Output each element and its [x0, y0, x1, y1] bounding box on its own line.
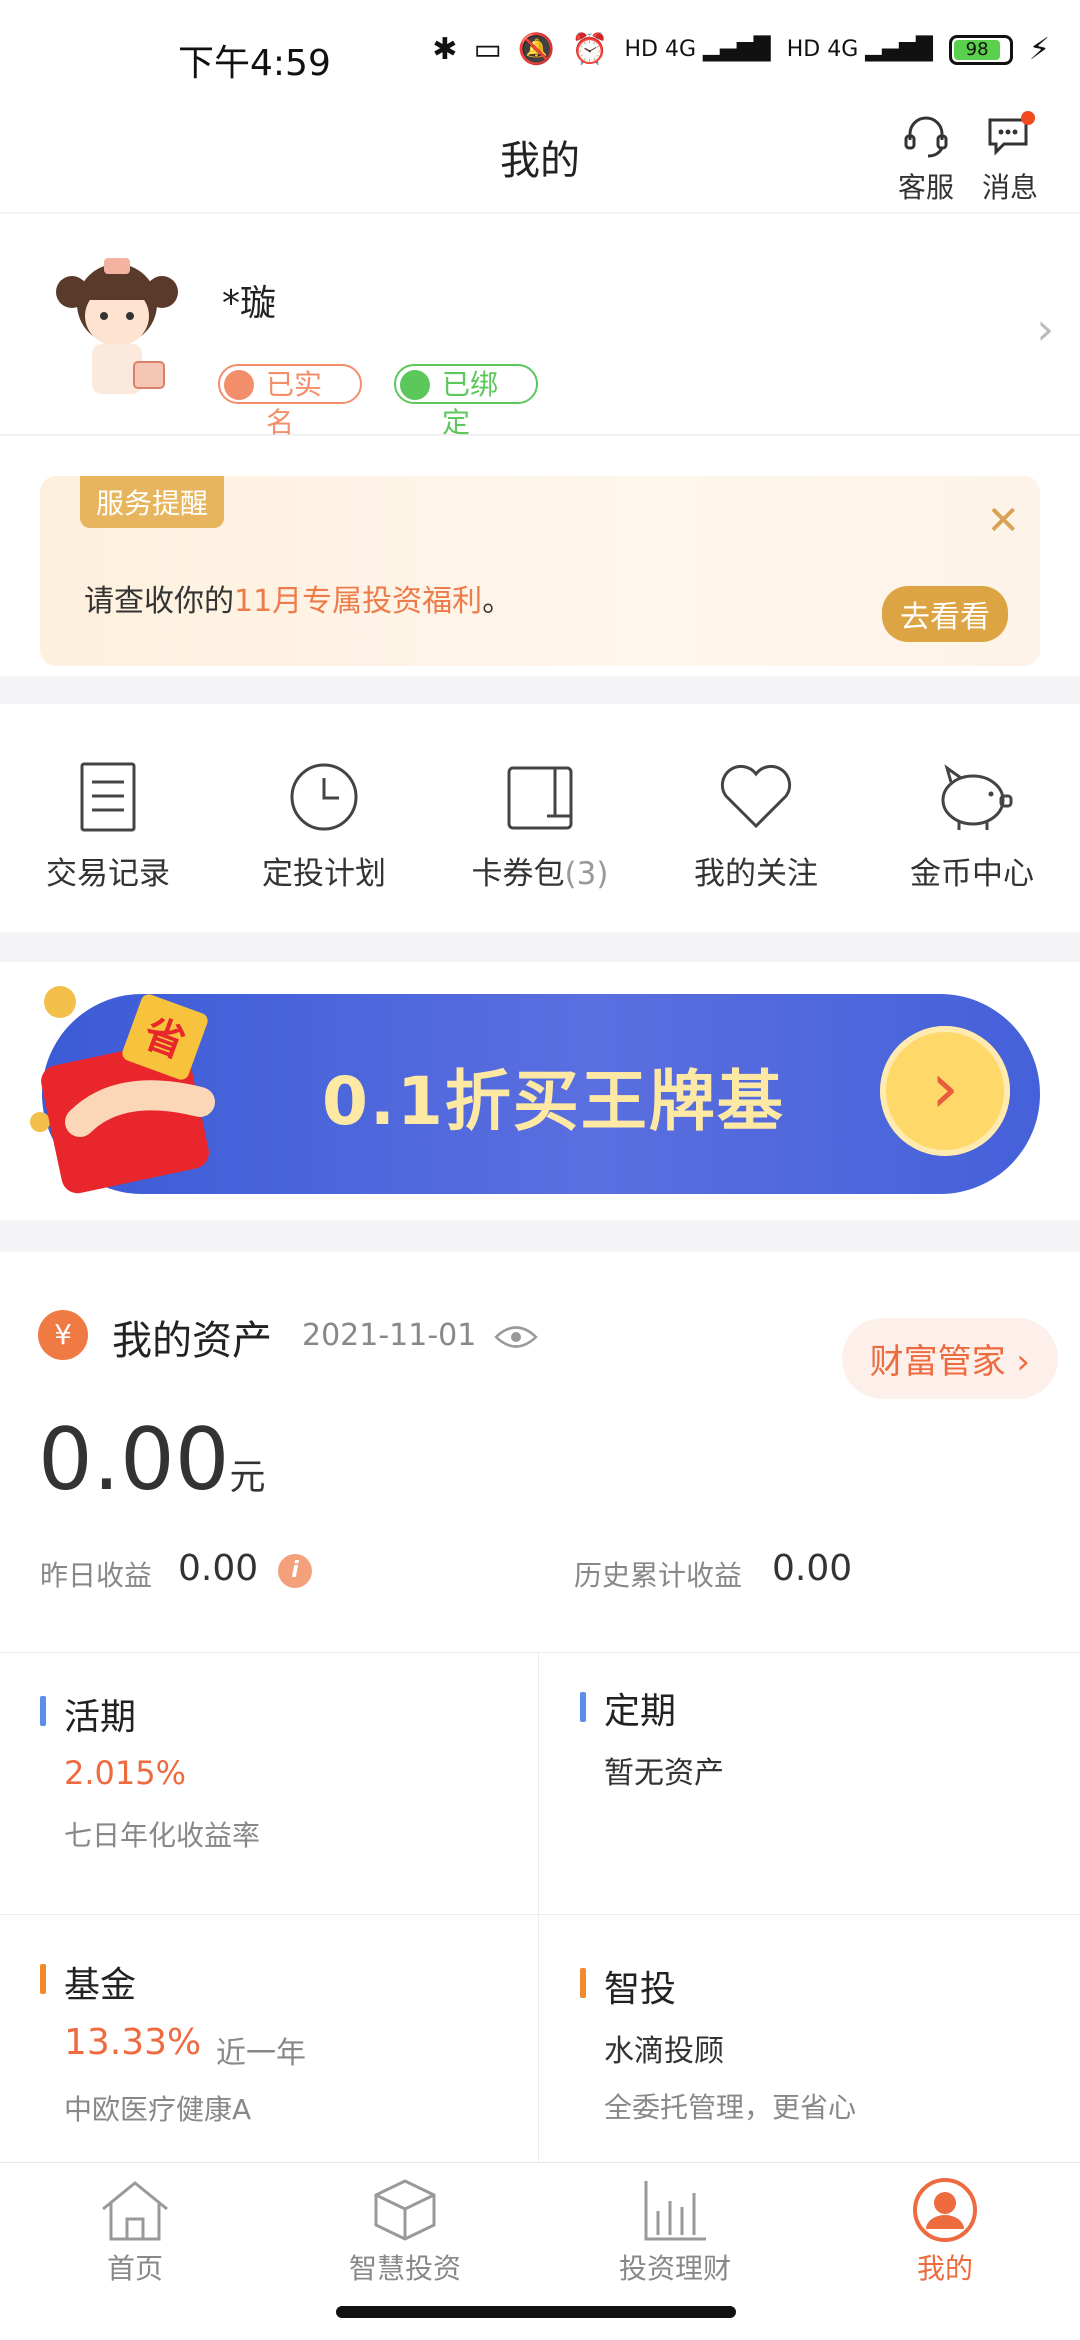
service-notice-card: 服务提醒 ✕ 请查收你的11月专属投资福利。 去看看	[40, 476, 1040, 666]
cell-title: 定期	[604, 1691, 677, 1732]
nav-label: 首页	[106, 2252, 163, 2285]
check-icon	[224, 370, 254, 400]
red-envelope-icon: 省	[30, 986, 215, 1194]
cell-sub: 中欧医疗健康A	[64, 2093, 252, 2126]
quick-coin-center[interactable]: 金币中心	[864, 704, 1080, 932]
nav-mine[interactable]: 我的	[810, 2163, 1080, 2297]
divider	[538, 1652, 539, 2164]
wealth-manager-button[interactable]: 财富管家 ›	[841, 1318, 1058, 1399]
mute-icon: 🔕	[517, 32, 556, 67]
bluetooth-icon: ✱	[432, 32, 458, 67]
verified-badge: 已实名	[218, 364, 362, 439]
nav-smart-invest[interactable]: 智慧投资	[270, 2163, 540, 2297]
headset-icon	[904, 116, 948, 158]
quick-my-follows[interactable]: 我的关注	[648, 704, 864, 932]
history-earnings-value: 0.00	[772, 1548, 853, 1589]
arrow-right-icon: ›	[880, 1026, 1010, 1156]
page-header: 我的 客服 消息	[0, 100, 1080, 213]
alarm-icon: ⏰	[571, 32, 609, 67]
cell-title: 基金	[64, 1965, 137, 2006]
status-icons: ✱ ▭ 🔕 ⏰ HD 4G ▂▄▆█ HD 4G ▂▄▆█ 98 ⚡	[432, 32, 1050, 67]
customer-service-button[interactable]: 客服	[886, 110, 966, 206]
clock-icon	[290, 763, 358, 831]
quick-sip-plan[interactable]: 定投计划	[216, 704, 432, 932]
message-label: 消息	[981, 171, 1038, 204]
nav-home[interactable]: 首页	[0, 2163, 270, 2297]
quick-label: 金币中心	[910, 856, 1034, 892]
wechat-icon	[400, 370, 430, 400]
nav-investment[interactable]: 投资理财	[540, 2163, 810, 2297]
status-bar: 下午4:59 ✱ ▭ 🔕 ⏰ HD 4G ▂▄▆█ HD 4G ▂▄▆█ 98 …	[0, 0, 1080, 100]
profile-card[interactable]: *璇 已实名 已绑定 ›	[0, 214, 1080, 439]
username: *璇	[222, 283, 277, 324]
signal-icon-2: HD 4G ▂▄▆█	[786, 37, 933, 62]
user-icon	[913, 2178, 977, 2242]
quick-actions: 交易记录 定投计划 卡券包(3) 我的关注 金币中心	[0, 704, 1080, 932]
close-icon[interactable]: ✕	[986, 498, 1020, 544]
cell-marker	[40, 1964, 46, 1994]
total-assets: 0.00元	[38, 1410, 266, 1510]
cell-text: 暂无资产	[604, 1756, 724, 1791]
divider	[0, 1914, 1080, 1915]
quick-coupon-wallet[interactable]: 卡券包(3)	[432, 704, 648, 932]
gesture-area	[0, 2296, 1080, 2340]
box-icon	[374, 2179, 436, 2241]
nav-label: 智慧投资	[348, 2252, 461, 2285]
yen-icon: ¥	[38, 1310, 88, 1360]
yesterday-earnings-label: 昨日收益	[40, 1559, 153, 1592]
service-tag: 服务提醒	[80, 476, 225, 528]
cell-text: 水滴投顾	[604, 2034, 724, 2069]
heart-icon	[720, 764, 792, 829]
charging-icon: ⚡	[1028, 32, 1050, 67]
signal-icon: HD 4G ▂▄▆█	[624, 37, 771, 62]
avatar	[56, 258, 178, 394]
cell-marker	[580, 1968, 586, 1998]
banner-text: 0.1折买王牌基	[322, 1063, 785, 1140]
assets-section: ¥ 我的资产 2021-11-01 财富管家 › 0.00元 昨日收益 0.00…	[0, 1252, 1080, 2164]
vibrate-icon: ▭	[473, 32, 502, 67]
cell-rate: 2.015%	[64, 1754, 187, 1792]
wallet-icon	[507, 766, 573, 830]
quick-trade-records[interactable]: 交易记录	[0, 704, 216, 932]
quick-label: 我的关注	[694, 856, 818, 892]
quick-label: 卡券包(3)	[471, 856, 609, 892]
go-see-button[interactable]: 去看看	[882, 586, 1008, 642]
chevron-right-icon: ›	[1036, 304, 1054, 355]
messages-button[interactable]: 消息	[970, 110, 1050, 206]
cell-period: 近一年	[216, 2036, 306, 2071]
quick-label: 交易记录	[46, 856, 170, 892]
bottom-nav: 首页 智慧投资 投资理财 我的	[0, 2162, 1080, 2297]
service-notice-section: 服务提醒 ✕ 请查收你的11月专属投资福利。 去看看	[0, 436, 1080, 676]
message-icon	[988, 111, 1035, 156]
home-icon	[102, 2181, 168, 2241]
quick-label: 定投计划	[262, 856, 386, 892]
home-indicator[interactable]	[336, 2306, 736, 2318]
piggy-bank-icon	[941, 764, 1013, 830]
eye-icon[interactable]	[494, 1324, 538, 1350]
cell-sub: 七日年化收益率	[64, 1819, 261, 1852]
cell-marker	[580, 1692, 586, 1722]
assets-title: 我的资产	[112, 1318, 272, 1364]
wechat-bound-badge: 已绑定	[394, 364, 538, 439]
cell-title: 活期	[64, 1697, 137, 1738]
cell-marker	[40, 1696, 46, 1726]
receipt-icon	[80, 762, 136, 832]
yesterday-earnings-value: 0.00	[178, 1548, 259, 1589]
battery-icon: 98	[948, 34, 1013, 65]
service-label: 客服	[897, 171, 954, 204]
assets-date: 2021-11-01	[302, 1318, 477, 1353]
nav-label: 投资理财	[618, 2252, 731, 2285]
history-earnings-label: 历史累计收益	[574, 1559, 743, 1592]
status-time: 下午4:59	[178, 43, 331, 84]
promo-banner-section: 0.1折买王牌基 › 省	[0, 962, 1080, 1220]
divider	[0, 1652, 1080, 1653]
bar-chart-icon	[644, 2181, 706, 2241]
info-icon[interactable]: i	[278, 1554, 312, 1588]
cell-title: 智投	[604, 1969, 677, 2010]
nav-label: 我的	[916, 2252, 973, 2285]
cell-sub: 全委托管理，更省心	[604, 2091, 857, 2124]
cell-rate: 13.33%	[64, 2022, 202, 2063]
service-text: 请查收你的11月专属投资福利。	[84, 584, 513, 619]
